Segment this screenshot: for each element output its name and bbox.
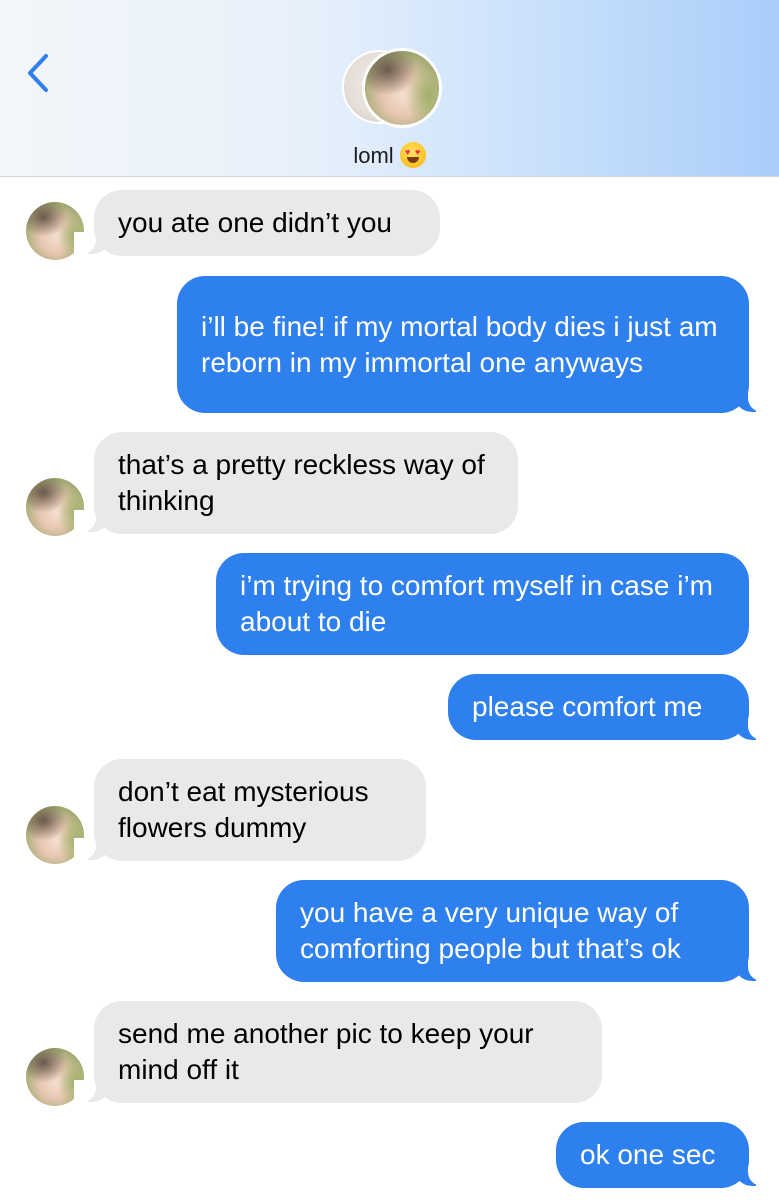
message-text: i’m trying to comfort myself in case i’m… [240, 570, 713, 637]
message-bubble[interactable]: you have a very unique way of comforting… [276, 880, 749, 982]
contact-name[interactable]: loml ♥ ♥ [0, 142, 779, 169]
message-text: send me another pic to keep your mind of… [118, 1018, 534, 1085]
message-text: don’t eat mysterious flowers dummy [118, 776, 369, 843]
avatar [362, 48, 442, 128]
message-bubble[interactable]: i’m trying to comfort myself in case i’m… [216, 553, 749, 655]
message-bubble[interactable]: that’s a pretty reckless way of thinking [94, 432, 518, 534]
message-text: you ate one didn’t you [118, 207, 392, 238]
message-bubble[interactable]: don’t eat mysterious flowers dummy [94, 759, 426, 861]
message-text: you have a very unique way of comforting… [300, 897, 681, 964]
heart-eyes-emoji-icon: ♥ ♥ [399, 142, 426, 168]
conversation-header: loml ♥ ♥ [0, 0, 779, 177]
message-text: i’ll be fine! if my mortal body dies i j… [201, 310, 718, 378]
contact-name-label: loml [353, 143, 394, 168]
contact-avatar-group[interactable] [340, 46, 442, 130]
message-text: that’s a pretty reckless way of thinking [118, 449, 485, 516]
message-bubble[interactable]: send me another pic to keep your mind of… [94, 1001, 602, 1103]
message-bubble[interactable]: you ate one didn’t you [94, 190, 440, 256]
message-text: ok one sec [580, 1139, 716, 1170]
back-chevron-icon[interactable] [20, 48, 60, 98]
message-bubble[interactable]: ok one sec [556, 1122, 749, 1188]
message-bubble[interactable]: please comfort me [448, 674, 749, 740]
message-text: please comfort me [472, 691, 703, 722]
message-bubble[interactable]: i’ll be fine! if my mortal body dies i j… [177, 276, 749, 413]
